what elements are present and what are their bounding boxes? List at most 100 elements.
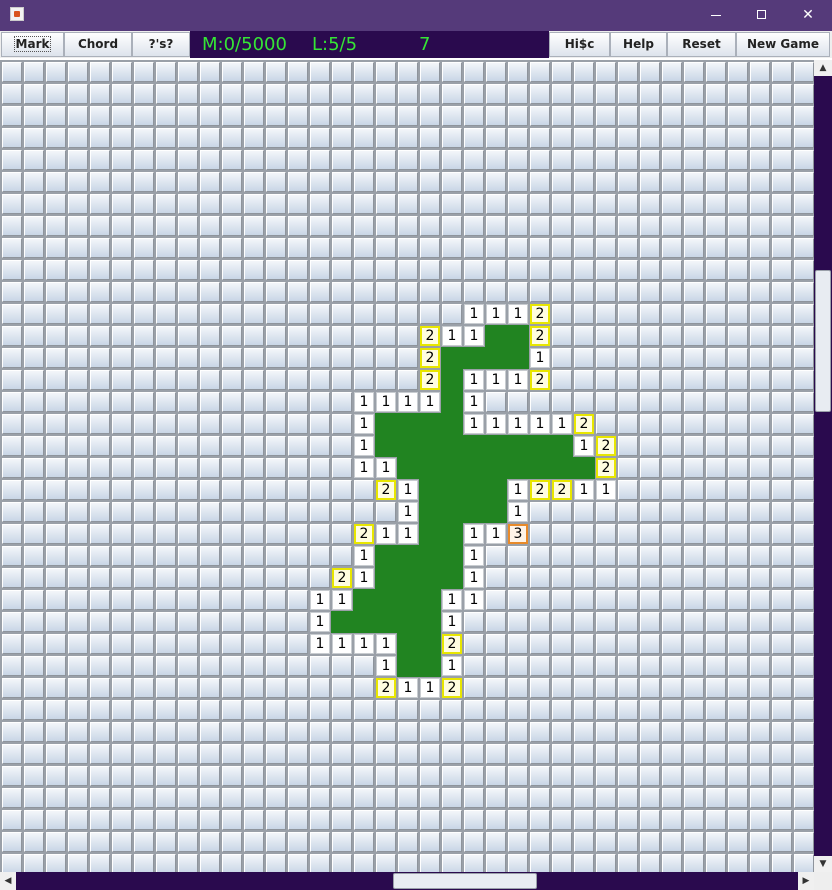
hidden-cell[interactable]	[618, 546, 638, 566]
number-cell[interactable]: 1	[530, 414, 550, 434]
hidden-cell[interactable]	[354, 810, 374, 830]
hidden-cell[interactable]	[90, 678, 110, 698]
hidden-cell[interactable]	[684, 260, 704, 280]
hidden-cell[interactable]	[310, 568, 330, 588]
hidden-cell[interactable]	[750, 62, 770, 82]
hidden-cell[interactable]	[46, 216, 66, 236]
hidden-cell[interactable]	[464, 634, 484, 654]
hidden-cell[interactable]	[266, 172, 286, 192]
hidden-cell[interactable]	[90, 502, 110, 522]
hidden-cell[interactable]	[728, 304, 748, 324]
hidden-cell[interactable]	[794, 370, 814, 390]
hidden-cell[interactable]	[772, 84, 792, 104]
hidden-cell[interactable]	[354, 370, 374, 390]
hidden-cell[interactable]	[772, 546, 792, 566]
hidden-cell[interactable]	[266, 568, 286, 588]
hidden-cell[interactable]	[2, 832, 22, 852]
hidden-cell[interactable]	[618, 568, 638, 588]
hidden-cell[interactable]	[90, 480, 110, 500]
hidden-cell[interactable]	[288, 656, 308, 676]
hidden-cell[interactable]	[178, 788, 198, 808]
hidden-cell[interactable]	[398, 766, 418, 786]
hidden-cell[interactable]	[398, 326, 418, 346]
number-cell[interactable]: 2	[574, 414, 594, 434]
hidden-cell[interactable]	[2, 128, 22, 148]
hidden-cell[interactable]	[134, 590, 154, 610]
hidden-cell[interactable]	[112, 392, 132, 412]
hidden-cell[interactable]	[464, 150, 484, 170]
hidden-cell[interactable]	[222, 590, 242, 610]
hidden-cell[interactable]	[24, 612, 44, 632]
hidden-cell[interactable]	[618, 84, 638, 104]
hidden-cell[interactable]	[706, 568, 726, 588]
hidden-cell[interactable]	[24, 62, 44, 82]
hidden-cell[interactable]	[200, 546, 220, 566]
hidden-cell[interactable]	[728, 590, 748, 610]
hidden-cell[interactable]	[288, 260, 308, 280]
hidden-cell[interactable]	[552, 84, 572, 104]
revealed-empty-cell[interactable]	[397, 655, 419, 677]
hidden-cell[interactable]	[530, 260, 550, 280]
hidden-cell[interactable]	[112, 722, 132, 742]
hidden-cell[interactable]	[156, 282, 176, 302]
revealed-empty-cell[interactable]	[397, 633, 419, 655]
hidden-cell[interactable]	[332, 810, 352, 830]
hidden-cell[interactable]	[552, 788, 572, 808]
number-cell[interactable]: 1	[486, 414, 506, 434]
hidden-cell[interactable]	[464, 766, 484, 786]
hidden-cell[interactable]	[596, 326, 616, 346]
hidden-cell[interactable]	[24, 260, 44, 280]
hidden-cell[interactable]	[618, 480, 638, 500]
hidden-cell[interactable]	[24, 414, 44, 434]
hidden-cell[interactable]	[24, 216, 44, 236]
hidden-cell[interactable]	[706, 854, 726, 872]
hidden-cell[interactable]	[750, 568, 770, 588]
hidden-cell[interactable]	[266, 62, 286, 82]
hidden-cell[interactable]	[728, 172, 748, 192]
hidden-cell[interactable]	[134, 216, 154, 236]
number-cell[interactable]: 1	[398, 480, 418, 500]
hidden-cell[interactable]	[772, 678, 792, 698]
hidden-cell[interactable]	[640, 436, 660, 456]
hidden-cell[interactable]	[640, 150, 660, 170]
hidden-cell[interactable]	[112, 546, 132, 566]
hidden-cell[interactable]	[310, 370, 330, 390]
hidden-cell[interactable]	[552, 216, 572, 236]
hidden-cell[interactable]	[662, 788, 682, 808]
hidden-cell[interactable]	[376, 282, 396, 302]
hidden-cell[interactable]	[222, 370, 242, 390]
hidden-cell[interactable]	[90, 194, 110, 214]
hidden-cell[interactable]	[222, 414, 242, 434]
number-cell[interactable]: 1	[464, 590, 484, 610]
hidden-cell[interactable]	[596, 172, 616, 192]
hidden-cell[interactable]	[750, 612, 770, 632]
hidden-cell[interactable]	[134, 282, 154, 302]
hidden-cell[interactable]	[772, 590, 792, 610]
hidden-cell[interactable]	[112, 678, 132, 698]
hidden-cell[interactable]	[266, 744, 286, 764]
hidden-cell[interactable]	[794, 172, 814, 192]
hidden-cell[interactable]	[222, 458, 242, 478]
hidden-cell[interactable]	[332, 414, 352, 434]
hidden-cell[interactable]	[200, 62, 220, 82]
number-cell[interactable]: 1	[486, 524, 506, 544]
hidden-cell[interactable]	[222, 502, 242, 522]
hidden-cell[interactable]	[200, 348, 220, 368]
hidden-cell[interactable]	[662, 436, 682, 456]
hidden-cell[interactable]	[750, 260, 770, 280]
revealed-empty-cell[interactable]	[507, 325, 529, 347]
hidden-cell[interactable]	[398, 700, 418, 720]
hidden-cell[interactable]	[376, 744, 396, 764]
hidden-cell[interactable]	[596, 150, 616, 170]
hidden-cell[interactable]	[266, 854, 286, 872]
number-cell[interactable]: 1	[464, 304, 484, 324]
hidden-cell[interactable]	[750, 766, 770, 786]
hidden-cell[interactable]	[288, 700, 308, 720]
hidden-cell[interactable]	[112, 238, 132, 258]
hidden-cell[interactable]	[288, 722, 308, 742]
hidden-cell[interactable]	[332, 282, 352, 302]
hidden-cell[interactable]	[156, 502, 176, 522]
hidden-cell[interactable]	[398, 194, 418, 214]
hidden-cell[interactable]	[310, 62, 330, 82]
hidden-cell[interactable]	[288, 480, 308, 500]
